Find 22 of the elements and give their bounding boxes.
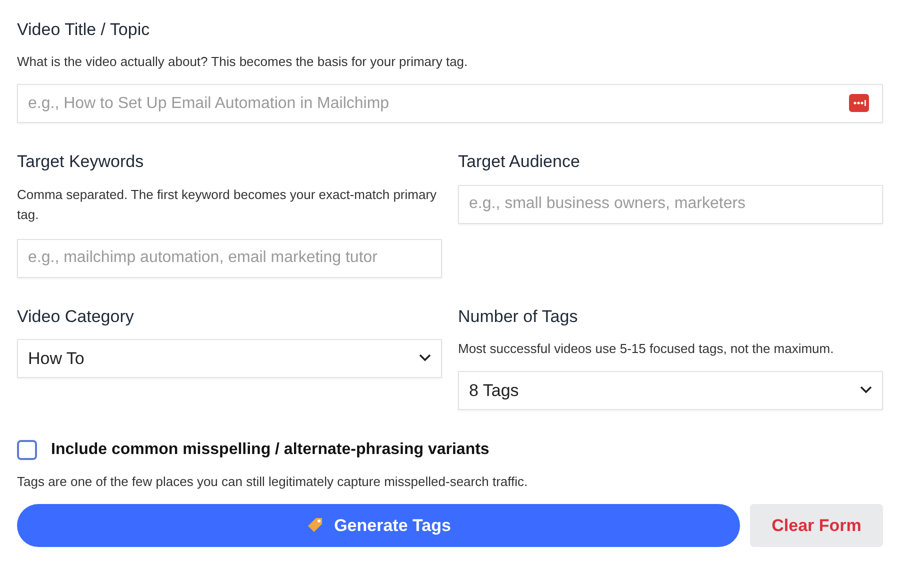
help-text: Tags are one of the few places you can still legitimately capture misspelled-search traffic. — [17, 472, 529, 491]
text-field[interactable]: e.g., small business owners, marketers — [458, 184, 883, 224]
chevron-down-icon — [860, 386, 872, 394]
chevron-down-icon — [419, 354, 431, 362]
dropdown[interactable]: 8 Tags — [458, 370, 883, 410]
text-field[interactable]: e.g., How to Set Up Email Automation in Mailchimp — [17, 84, 883, 124]
generate-button[interactable]: Generate Tags — [17, 504, 740, 547]
text-field[interactable]: e.g., mailchimp automation, email marketing tutor — [17, 238, 442, 278]
field-label: Target Keywords — [17, 151, 145, 172]
help-text: Comma separated. The first keyword becomes your exact-match primary tag. — [17, 186, 438, 224]
field-label: Number of Tags — [458, 306, 579, 327]
field-label: Video Category — [17, 306, 135, 327]
checkbox[interactable] — [17, 440, 37, 460]
help-text: Most successful videos use 5-15 focused tags, not the maximum. — [458, 340, 835, 358]
clear-button[interactable]: Clear Form — [750, 504, 883, 547]
dropdown[interactable]: How To — [17, 338, 442, 378]
field-label: Target Audience — [458, 151, 581, 172]
field-label: Video Title / Topic — [17, 19, 151, 40]
help-text: What is the video actually about? This becomes the basis for your primary tag. — [17, 53, 469, 72]
checkbox-label[interactable]: Include common misspelling / alternate-phrasing variants — [51, 438, 490, 462]
password-manager-icon[interactable] — [849, 94, 869, 112]
tag-icon — [306, 516, 324, 534]
